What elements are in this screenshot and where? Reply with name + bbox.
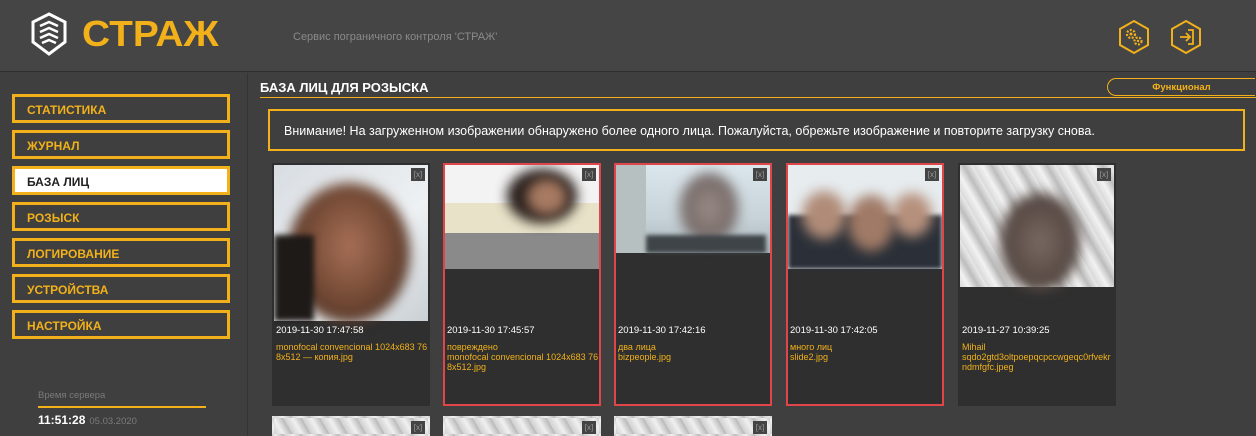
close-icon[interactable]: [x] [582,421,596,434]
card-filename: monofocal convencional 1024x683 768x512 … [276,342,428,362]
close-icon[interactable]: [x] [925,168,939,181]
brand-name: СТРАЖ [82,13,219,54]
face-photo [616,165,770,253]
face-card[interactable]: [x] 2019-11-27 10:39:25 Mihail sqdo2gtd3… [958,163,1116,406]
face-photo [788,165,942,269]
close-icon[interactable]: [x] [411,421,425,434]
divider [38,406,206,408]
face-card[interactable]: [x] [443,416,601,436]
card-date: 2019-11-30 17:47:58 [276,325,364,336]
face-photo [445,165,599,269]
card-date: 2019-11-27 10:39:25 [962,325,1050,336]
card-filename: monofocal convencional 1024x683 768x512.… [447,352,599,372]
face-card[interactable]: [x] [614,416,772,436]
server-time-value: 11:51:28 [38,413,86,427]
sidebar-item-face-database[interactable]: БАЗА ЛИЦ [12,166,230,195]
server-time: 11:51:28 05.03.2020 [38,413,137,427]
close-icon[interactable]: [x] [753,168,767,181]
face-photo [960,165,1114,291]
close-icon[interactable]: [x] [753,421,767,434]
sidebar-item-statistics[interactable]: СТАТИСТИКА [12,94,230,123]
service-title: Сервис пограничного контроля 'СТРАЖ' [293,31,498,43]
settings-gears-icon[interactable] [1116,19,1152,55]
server-time-label: Время сервера [38,390,106,401]
face-photo [274,165,428,323]
functional-button[interactable]: Функционал [1107,78,1255,96]
card-filename: slide2.jpg [790,352,829,362]
sidebar-item-journal[interactable]: ЖУРНАЛ [12,130,230,159]
card-status: два лица [618,342,656,352]
close-icon[interactable]: [x] [411,168,425,181]
card-filename: bizpeople.jpg [618,352,672,362]
sidebar-item-devices[interactable]: УСТРОЙСТВА [12,274,230,303]
face-card[interactable]: [x] [272,416,430,436]
logout-icon[interactable] [1168,19,1204,55]
face-card[interactable]: [x] 2019-11-30 17:47:58 monofocal conven… [272,163,430,406]
sidebar-item-logging[interactable]: ЛОГИРОВАНИЕ [12,238,230,267]
card-status: повреждено [447,342,498,352]
title-underline [260,97,1256,98]
face-card[interactable]: [x] 2019-11-30 17:42:05 много лиц slide2… [786,163,944,406]
close-icon[interactable]: [x] [582,168,596,181]
card-filename: sqdo2gtd3oltpoepqcpccwgeqc0rfvekrndmfgfc… [962,352,1111,372]
card-status: много лиц [790,342,833,352]
warning-message: Внимание! На загруженном изображении обн… [268,109,1245,151]
shield-logo-icon [31,12,67,56]
main-content: БАЗА ЛИЦ ДЛЯ РОЗЫСКА Функционал Внимание… [260,73,1256,436]
card-date: 2019-11-30 17:45:57 [447,325,535,336]
face-card[interactable]: [x] 2019-11-30 17:45:57 повреждено monof… [443,163,601,406]
top-bar: СТРАЖ Сервис пограничного контроля 'СТРА… [0,0,1256,72]
card-status: Mihail [962,342,986,352]
server-date: 05.03.2020 [89,416,137,427]
sidebar-item-settings[interactable]: НАСТРОЙКА [12,310,230,339]
face-card[interactable]: [x] 2019-11-30 17:42:16 два лица bizpeop… [614,163,772,406]
close-icon[interactable]: [x] [1097,168,1111,181]
card-date: 2019-11-30 17:42:05 [790,325,878,336]
card-date: 2019-11-30 17:42:16 [618,325,706,336]
sidebar-item-search[interactable]: РОЗЫСК [12,202,230,231]
sidebar-nav: СТАТИСТИКА ЖУРНАЛ БАЗА ЛИЦ РОЗЫСК ЛОГИРО… [12,94,230,346]
page-title: БАЗА ЛИЦ ДЛЯ РОЗЫСКА [260,80,429,95]
logo[interactable]: СТРАЖ [30,12,219,56]
sidebar: СТАТИСТИКА ЖУРНАЛ БАЗА ЛИЦ РОЗЫСК ЛОГИРО… [0,73,248,436]
